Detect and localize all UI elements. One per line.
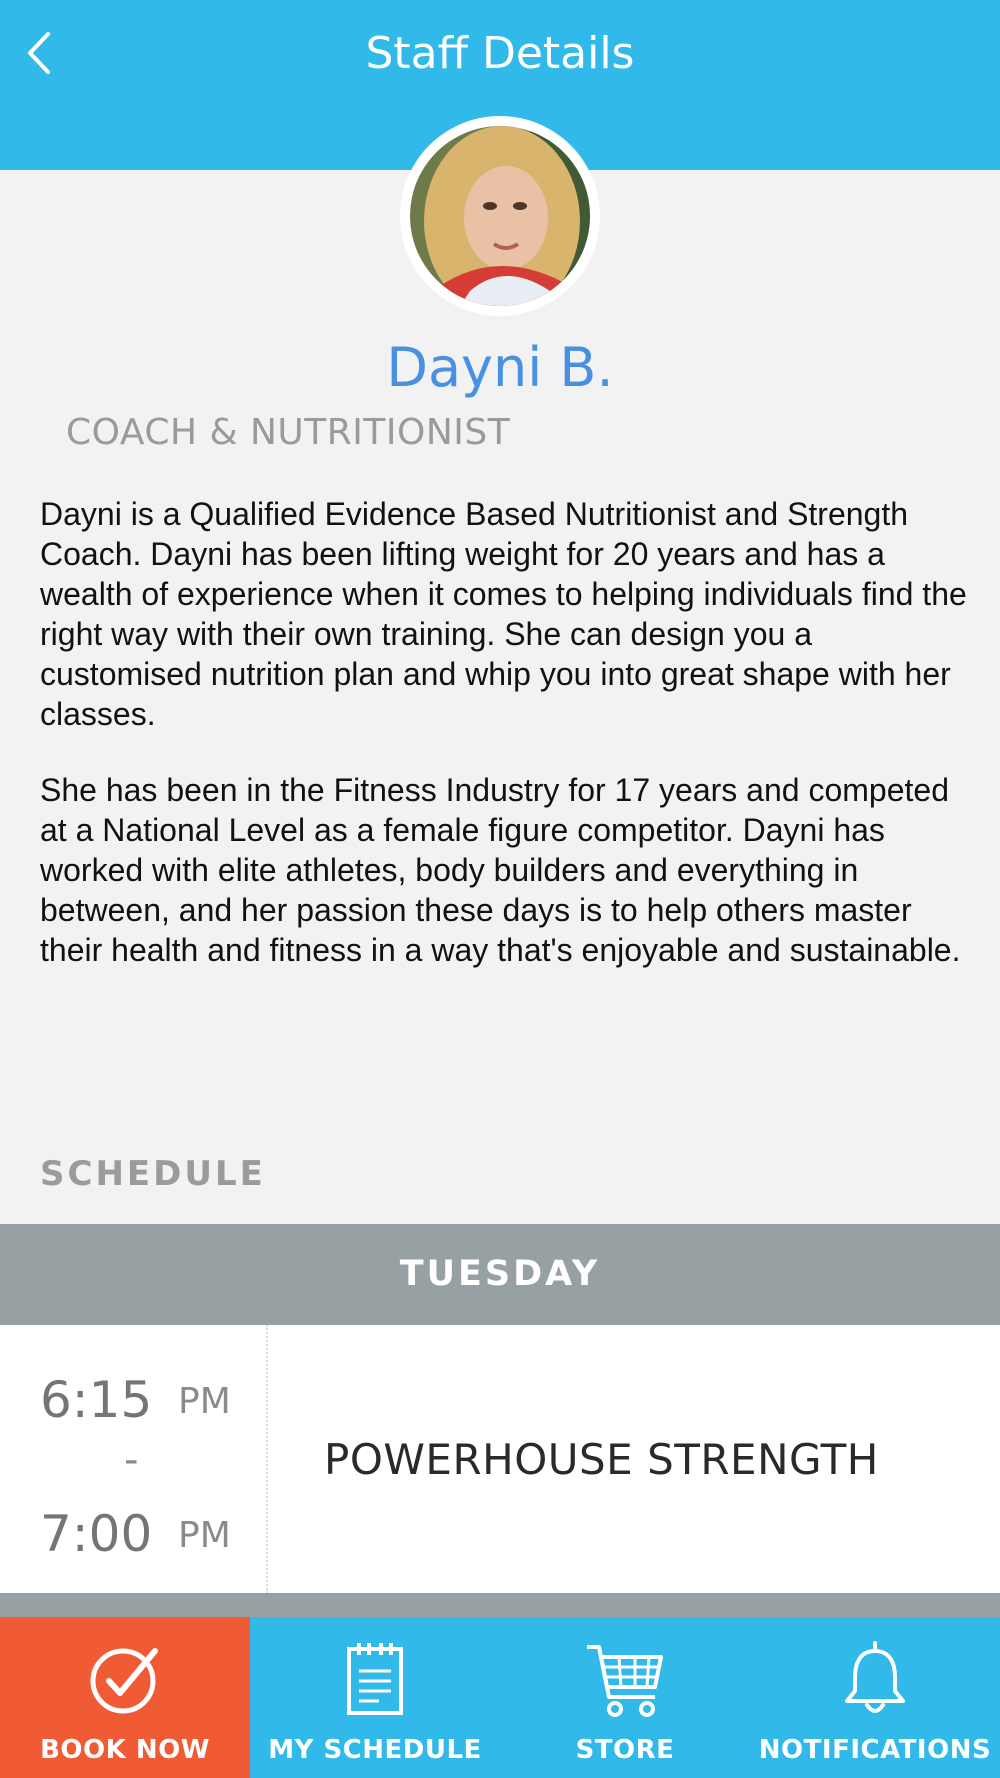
tab-label: MY SCHEDULE [268,1735,482,1765]
staff-name: Dayni B. [386,336,614,399]
schedule-heading: SCHEDULE [40,1154,266,1194]
bell-icon [845,1641,905,1713]
tab-label: STORE [575,1735,675,1765]
calendar-icon [347,1643,403,1715]
class-time: 6:15 PM - 7:00 PM [0,1325,268,1593]
tab-my-schedule[interactable]: MY SCHEDULE [250,1617,500,1778]
staff-role: COACH & NUTRITIONIST [66,412,511,453]
bio-paragraph: She has been in the Fitness Industry for… [40,772,961,968]
time-separator: - [124,1437,139,1483]
start-time: 6:15 [40,1371,153,1429]
tab-label: BOOK NOW [40,1735,210,1765]
bottom-tab-bar: BOOK NOW MY SCHEDULE STORE NOTIFICATIONS [0,1617,1000,1778]
tab-notifications[interactable]: NOTIFICATIONS [750,1617,1000,1778]
divider [0,1593,1000,1617]
class-row[interactable]: 6:15 PM - 7:00 PM POWERHOUSE STRENGTH [0,1325,1000,1593]
class-name: POWERHOUSE STRENGTH [324,1435,879,1484]
end-ampm: PM [178,1515,231,1556]
staff-photo [410,126,590,306]
cart-icon [587,1645,663,1717]
tab-book-now[interactable]: BOOK NOW [0,1617,250,1778]
tab-label: NOTIFICATIONS [758,1735,992,1765]
bio-paragraph: Dayni is a Qualified Evidence Based Nutr… [40,496,967,732]
day-header: TUESDAY [0,1224,1000,1325]
start-ampm: PM [178,1381,231,1422]
end-time: 7:00 [40,1505,153,1563]
page-title: Staff Details [365,28,635,79]
check-circle-icon [90,1648,158,1714]
staff-bio: Dayni is a Qualified Evidence Based Nutr… [40,494,970,1006]
tab-store[interactable]: STORE [500,1617,750,1778]
avatar [400,116,600,316]
